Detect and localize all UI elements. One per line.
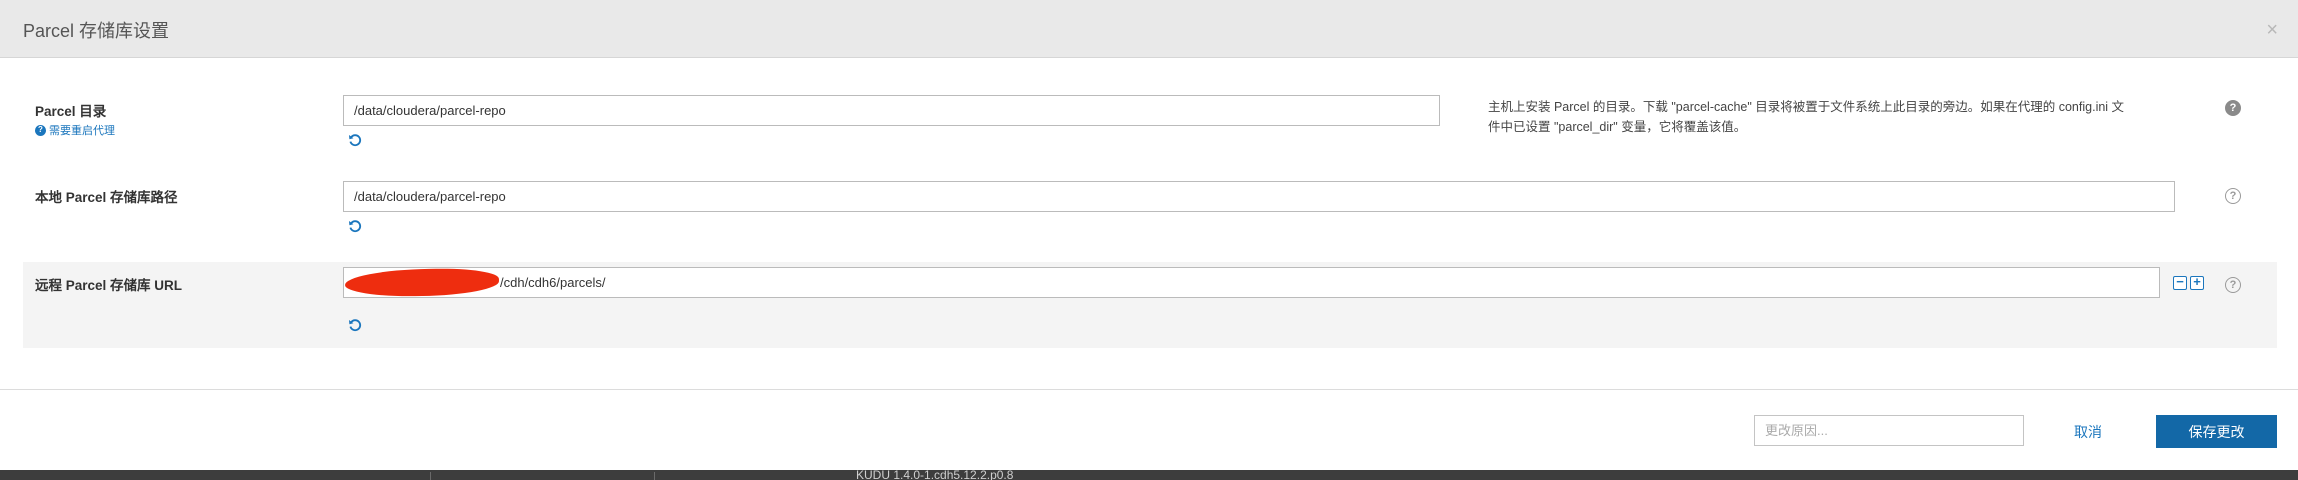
description-line: 主机上安装 Parcel 的目录。下载 "parcel-cache" 目录将被置… [1488, 100, 2125, 114]
question-icon[interactable]: ? [2225, 100, 2241, 116]
background-parcel-text: KUDU 1.4.0-1.cdh5.12.2.p0.8 [856, 470, 1014, 480]
remote-url-value: /cdh/cdh6/parcels/ [500, 275, 606, 290]
divider [430, 472, 431, 480]
reset-icon[interactable] [348, 318, 362, 332]
restart-agent-link[interactable]: ? 需要重启代理 [35, 122, 115, 138]
change-reason-input[interactable] [1754, 415, 2024, 446]
restart-agent-label: 需要重启代理 [49, 125, 115, 137]
setting-label: 远程 Parcel 存储库 URL [35, 278, 183, 293]
setting-row-parcel-dir: Parcel 目录 ? 需要重启代理 主机上安装 Parcel 的目录。下载 "… [23, 89, 2277, 147]
setting-label: 本地 Parcel 存储库路径 [35, 190, 178, 205]
dialog-footer: 取消 保存更改 [0, 390, 2298, 470]
close-icon[interactable]: × [2266, 20, 2278, 40]
reset-icon[interactable] [348, 219, 362, 233]
redaction-mark [344, 267, 500, 298]
remote-repo-url-input[interactable]: /cdh/cdh6/parcels/ [343, 267, 2160, 298]
minus-icon[interactable]: − [2173, 275, 2187, 290]
question-icon[interactable]: ? [2225, 277, 2241, 293]
parcel-dir-description: 主机上安装 Parcel 的目录。下载 "parcel-cache" 目录将被置… [1488, 97, 2228, 137]
setting-label: Parcel 目录 [35, 104, 107, 119]
description-line: 件中已设置 "parcel_dir" 变量，它将覆盖该值。 [1488, 120, 1747, 134]
save-changes-button[interactable]: 保存更改 [2156, 415, 2277, 448]
parcel-dir-input[interactable] [343, 95, 1440, 126]
setting-row-local-repo-path: 本地 Parcel 存储库路径 ? [23, 178, 2277, 236]
question-icon: ? [35, 124, 46, 136]
background-page-peek: KUDU 1.4.0-1.cdh5.12.2.p0.8 [0, 470, 2298, 480]
setting-row-remote-repo-url: 远程 Parcel 存储库 URL /cdh/cdh6/parcels/ − +… [23, 262, 2277, 348]
cancel-button[interactable]: 取消 [2074, 422, 2102, 442]
divider [654, 472, 655, 480]
plus-icon[interactable]: + [2190, 275, 2204, 290]
dialog-body: Parcel 目录 ? 需要重启代理 主机上安装 Parcel 的目录。下载 "… [0, 59, 2298, 389]
dialog-header: Parcel 存储库设置 × [0, 0, 2298, 58]
local-repo-path-input[interactable] [343, 181, 2175, 212]
dialog-title: Parcel 存储库设置 [23, 21, 170, 41]
question-icon[interactable]: ? [2225, 188, 2241, 204]
reset-icon[interactable] [348, 133, 362, 147]
